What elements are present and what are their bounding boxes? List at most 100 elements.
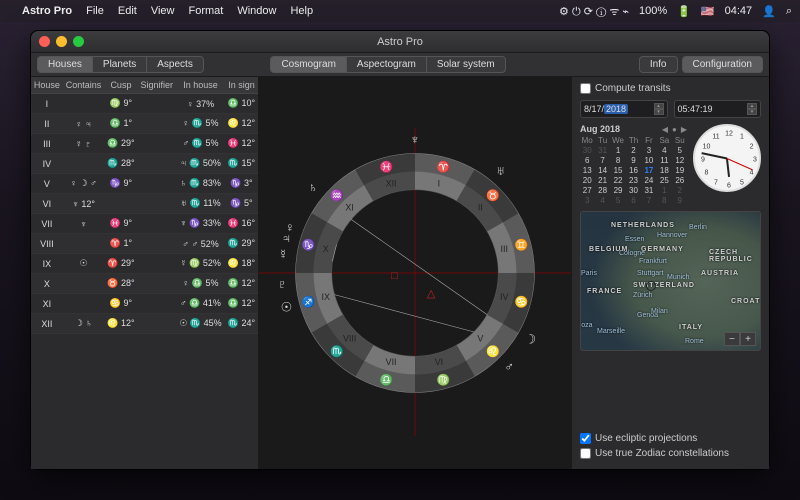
map-pin[interactable]: [646, 281, 656, 291]
calendar-day[interactable]: 20: [580, 176, 594, 185]
calendar-day[interactable]: 5: [611, 196, 625, 205]
col-header[interactable]: Signifier: [137, 77, 176, 94]
calendar-next[interactable]: ▶: [681, 125, 687, 134]
menu-view[interactable]: View: [151, 5, 175, 17]
calendar-day[interactable]: 5: [673, 146, 687, 155]
tab-configuration[interactable]: Configuration: [682, 56, 763, 73]
calendar-day[interactable]: 26: [673, 176, 687, 185]
location-map[interactable]: − + NETHERLANDSBELGIUMGERMANYFRANCESWITZ…: [580, 211, 761, 351]
calendar-day[interactable]: 15: [611, 166, 625, 175]
calendar-day[interactable]: 30: [626, 186, 640, 195]
map-zoom-in[interactable]: +: [740, 332, 756, 346]
calendar-day[interactable]: 2: [626, 146, 640, 155]
minimize-button[interactable]: [56, 36, 67, 47]
menu-format[interactable]: Format: [188, 5, 223, 17]
menu-help[interactable]: Help: [290, 5, 313, 17]
table-row[interactable]: I♍ 9°♀ 37%♎ 10°: [31, 94, 258, 114]
calendar-day[interactable]: 3: [642, 146, 656, 155]
map-zoom-out[interactable]: −: [724, 332, 740, 346]
table-row[interactable]: II♀ ♃♎ 1°♀ ♏ 5%♌ 12°: [31, 114, 258, 134]
calendar-day[interactable]: 8: [657, 196, 671, 205]
calendar-day[interactable]: 4: [595, 196, 609, 205]
calendar-day[interactable]: 6: [626, 196, 640, 205]
calendar-day[interactable]: 13: [580, 166, 594, 175]
tab-houses[interactable]: Houses: [38, 57, 93, 72]
calendar-day[interactable]: 1: [657, 186, 671, 195]
flag-icon[interactable]: 🇺🇸: [701, 5, 715, 18]
calendar-day[interactable]: 12: [673, 156, 687, 165]
menu-window[interactable]: Window: [237, 5, 276, 17]
maximize-button[interactable]: [73, 36, 84, 47]
app-name[interactable]: Astro Pro: [22, 5, 72, 17]
ecliptic-checkbox[interactable]: [580, 433, 591, 444]
calendar-day[interactable]: 7: [642, 196, 656, 205]
calendar-day[interactable]: 31: [595, 146, 609, 155]
date-stepper[interactable]: ▴▾: [654, 103, 664, 115]
col-header[interactable]: In house: [176, 77, 225, 94]
calendar-prev[interactable]: ◀: [662, 125, 668, 134]
table-row[interactable]: VIII♈ 1°♂ ♂ 52%♏ 29°: [31, 234, 258, 254]
tab-solar-system[interactable]: Solar system: [427, 57, 505, 72]
tab-planets[interactable]: Planets: [93, 57, 147, 72]
calendar-day[interactable]: 31: [642, 186, 656, 195]
calendar-day[interactable]: 27: [580, 186, 594, 195]
time-field[interactable]: 05:47:19 ▴▾: [674, 100, 762, 118]
calendar-day[interactable]: 9: [673, 196, 687, 205]
col-header[interactable]: House: [31, 77, 63, 94]
table-row[interactable]: V♀ ☽ ♂♑ 9°♄ ♏ 83%♑ 3°: [31, 174, 258, 194]
date-field[interactable]: 8/17/2018 ▴▾: [580, 100, 668, 118]
calendar-day[interactable]: 21: [595, 176, 609, 185]
user-icon[interactable]: 👤: [762, 5, 776, 18]
calendar[interactable]: Aug 2018 ◀ ● ▶ MoTuWeThFrSaSu30311234567…: [580, 124, 687, 205]
constellations-checkbox[interactable]: [580, 448, 591, 459]
spotlight-icon[interactable]: ⌕: [786, 5, 792, 18]
calendar-day[interactable]: 10: [642, 156, 656, 165]
col-header[interactable]: In sign: [225, 77, 258, 94]
calendar-day[interactable]: 30: [580, 146, 594, 155]
table-row[interactable]: IV♏ 28°♃ ♏ 50%♏ 15°: [31, 154, 258, 174]
menu-file[interactable]: File: [86, 5, 104, 17]
calendar-today[interactable]: ●: [672, 125, 677, 134]
tab-info[interactable]: Info: [639, 56, 678, 73]
col-header[interactable]: Cusp: [104, 77, 137, 94]
table-row[interactable]: III☿ ♇♎ 29°♂ ♏ 5%♓ 12°: [31, 134, 258, 154]
compute-transits-row[interactable]: Compute transits: [580, 83, 761, 94]
calendar-day[interactable]: 24: [642, 176, 656, 185]
calendar-day[interactable]: 4: [657, 146, 671, 155]
close-button[interactable]: [39, 36, 50, 47]
compute-transits-checkbox[interactable]: [580, 83, 591, 94]
constellations-row[interactable]: Use true Zodiac constellations: [580, 448, 761, 459]
table-row[interactable]: IX☉♈ 29°☿ ♍ 52%♌ 18°: [31, 254, 258, 274]
calendar-day[interactable]: 6: [580, 156, 594, 165]
menu-edit[interactable]: Edit: [118, 5, 137, 17]
calendar-day[interactable]: 2: [673, 186, 687, 195]
calendar-day[interactable]: 28: [595, 186, 609, 195]
calendar-day[interactable]: 9: [626, 156, 640, 165]
calendar-day[interactable]: 8: [611, 156, 625, 165]
calendar-day[interactable]: 7: [595, 156, 609, 165]
calendar-day[interactable]: 1: [611, 146, 625, 155]
calendar-day[interactable]: 18: [657, 166, 671, 175]
table-row[interactable]: XII☽ ♄♌ 12°☉ ♏ 45%♏ 24°: [31, 314, 258, 334]
table-row[interactable]: VI♆ 12°♅ ♏ 11%♑ 5°: [31, 194, 258, 214]
tab-aspects[interactable]: Aspects: [147, 57, 203, 72]
calendar-day[interactable]: 16: [626, 166, 640, 175]
col-header[interactable]: Contains: [63, 77, 105, 94]
calendar-day[interactable]: 19: [673, 166, 687, 175]
calendar-day[interactable]: 22: [611, 176, 625, 185]
ecliptic-row[interactable]: Use ecliptic projections: [580, 433, 761, 444]
tab-aspectogram[interactable]: Aspectogram: [347, 57, 427, 72]
table-row[interactable]: VII♆♓ 9°♆ ♑ 33%♓ 16°: [31, 214, 258, 234]
calendar-day[interactable]: 23: [626, 176, 640, 185]
window-titlebar[interactable]: Astro Pro: [31, 31, 769, 53]
table-row[interactable]: XI♋ 9°♂ ♎ 41%♎ 12°: [31, 294, 258, 314]
calendar-day[interactable]: 3: [580, 196, 594, 205]
time-stepper[interactable]: ▴▾: [747, 103, 757, 115]
calendar-day[interactable]: 14: [595, 166, 609, 175]
calendar-day[interactable]: 29: [611, 186, 625, 195]
calendar-day[interactable]: 25: [657, 176, 671, 185]
calendar-day[interactable]: 17: [642, 166, 656, 175]
calendar-day[interactable]: 11: [657, 156, 671, 165]
table-row[interactable]: X♉ 28°♀ ♎ 5%♎ 12°: [31, 274, 258, 294]
tab-cosmogram[interactable]: Cosmogram: [271, 57, 346, 72]
